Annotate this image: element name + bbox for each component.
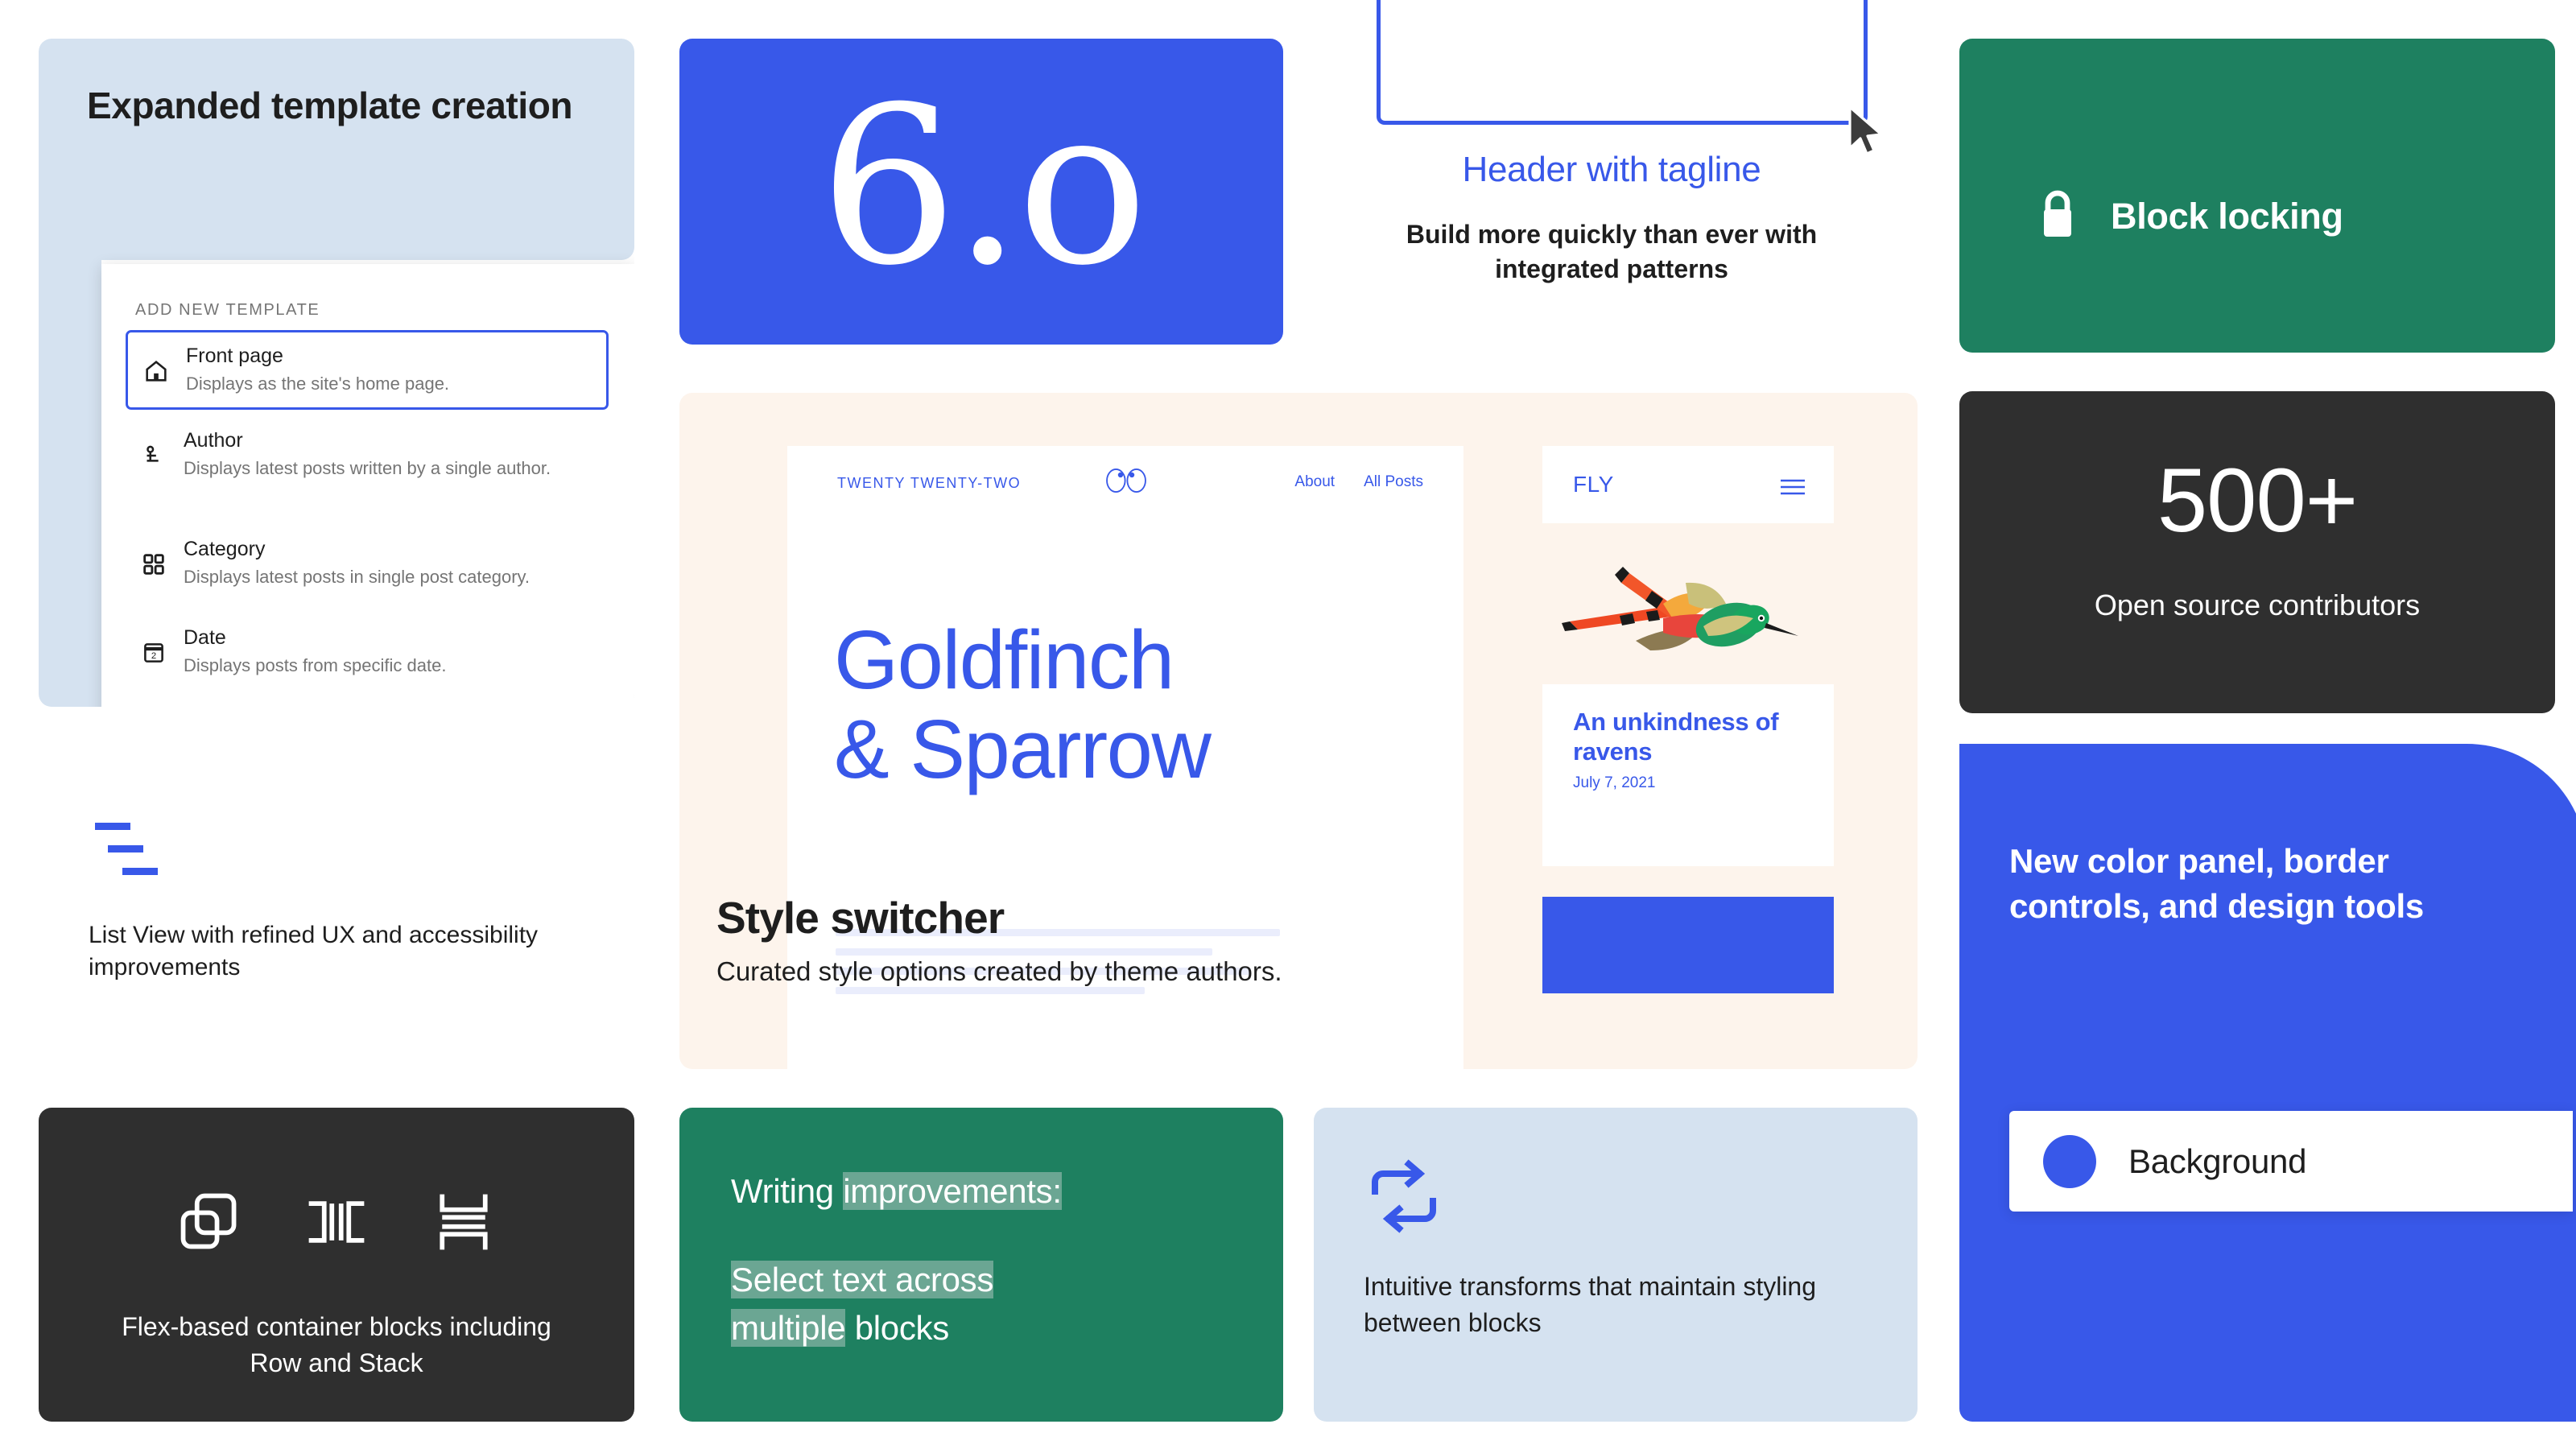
writing-improvements-card: Writing improvements: Select text across… bbox=[679, 1108, 1283, 1422]
flex-blocks-description: Flex-based container blocks including Ro… bbox=[122, 1312, 551, 1377]
feature-collage: Expanded template creation ADD NEW TEMPL… bbox=[0, 0, 2576, 1449]
nav-link-all-posts[interactable]: All Posts bbox=[1364, 473, 1423, 491]
template-option-label: Front page bbox=[186, 345, 283, 367]
style-switcher-title: Style switcher bbox=[716, 893, 1005, 943]
header-with-tagline-card: Header with tagline Build more quickly t… bbox=[1306, 0, 1918, 346]
writing-headline-plain: Writing bbox=[731, 1172, 844, 1210]
header-tagline: Build more quickly than ever with integr… bbox=[1406, 220, 1818, 284]
block-locking-card: Block locking bbox=[1959, 39, 2555, 353]
bird-eyes-logo-icon bbox=[1101, 467, 1151, 498]
contributors-stat-card: 500+ Open source contributors bbox=[1959, 391, 2555, 713]
template-option-category[interactable]: Category Displays latest posts in single… bbox=[126, 526, 609, 601]
template-option-description: Displays posts from specific date. bbox=[184, 655, 447, 676]
style-switcher-subtitle: Curated style options created by theme a… bbox=[716, 956, 1282, 986]
transforms-description: Intuitive transforms that maintain styli… bbox=[1364, 1272, 1817, 1337]
mobile-footer-block bbox=[1542, 897, 1834, 993]
stack-block-icon bbox=[430, 1188, 497, 1260]
color-panel-title: New color panel, border controls, and de… bbox=[2009, 842, 2424, 925]
template-option-description: Displays latest posts in single post cat… bbox=[184, 567, 530, 588]
hero-heading-line-2: & Sparrow bbox=[834, 703, 1212, 796]
background-color-control[interactable]: Background bbox=[2009, 1111, 2573, 1212]
row-block-icon bbox=[303, 1188, 370, 1260]
template-option-label: Author bbox=[184, 429, 243, 452]
expanded-template-creation-card: Expanded template creation ADD NEW TEMPL… bbox=[39, 39, 634, 707]
home-icon bbox=[142, 344, 186, 396]
version-number: 6.o bbox=[819, 60, 1148, 313]
svg-text:2: 2 bbox=[151, 652, 156, 662]
site-brand: TWENTY TWENTY-TWO bbox=[837, 475, 1022, 491]
site-hero-heading: Goldfinch & Sparrow bbox=[834, 613, 1430, 796]
version-number-card: 6.o bbox=[679, 39, 1283, 345]
panel-heading: ADD NEW TEMPLATE bbox=[135, 301, 320, 319]
card-background-panel bbox=[39, 39, 634, 260]
stat-number: 500+ bbox=[2157, 450, 2358, 551]
writing-headline: Writing improvements: bbox=[731, 1172, 1062, 1211]
mobile-brand: FLY bbox=[1573, 472, 1614, 497]
color-swatch-icon[interactable] bbox=[2043, 1134, 2096, 1188]
template-option-description: Displays as the site's home page. bbox=[186, 374, 450, 394]
template-option-label: Date bbox=[184, 626, 226, 649]
stat-label: Open source contributors bbox=[2094, 588, 2421, 621]
template-option-description: Displays latest posts written by a singl… bbox=[184, 458, 551, 479]
group-blocks-icon bbox=[175, 1188, 243, 1260]
hummingbird-illustration bbox=[1542, 523, 1834, 684]
post-title: An unkindness of ravens bbox=[1573, 708, 1779, 766]
writing-headline-selected: improvements: bbox=[843, 1172, 1062, 1210]
hero-heading-line-1: Goldfinch bbox=[834, 613, 1174, 706]
template-option-author[interactable]: Author Displays latest posts written by … bbox=[126, 417, 609, 492]
mobile-post-card: An unkindness of ravens July 7, 2021 bbox=[1542, 684, 1834, 866]
intuitive-transforms-card: Intuitive transforms that maintain styli… bbox=[1314, 1108, 1918, 1422]
page-title: Expanded template creation bbox=[87, 85, 573, 126]
list-view-card: List View with refined UX and accessibil… bbox=[39, 797, 634, 1022]
lock-icon bbox=[2035, 188, 2080, 245]
template-option-date[interactable]: 2 Date Displays posts from specific date… bbox=[126, 614, 609, 689]
selected-block-outline[interactable] bbox=[1377, 0, 1868, 125]
hamburger-menu-icon[interactable] bbox=[1779, 478, 1806, 500]
author-icon bbox=[140, 428, 184, 481]
mobile-site-preview: FLY An unkindness of ravens July 7, 2021 bbox=[1542, 446, 1834, 1069]
background-control-label: Background bbox=[2128, 1141, 2307, 1180]
writing-body: Select text across multiple blocks bbox=[731, 1256, 1230, 1352]
list-view-icon bbox=[95, 821, 167, 881]
category-icon bbox=[140, 537, 184, 589]
writing-body-plain: blocks bbox=[845, 1308, 950, 1347]
header-title: Header with tagline bbox=[1462, 150, 1761, 189]
flex-container-blocks-card: Flex-based container blocks including Ro… bbox=[39, 1108, 634, 1422]
template-option-label: Category bbox=[184, 538, 266, 560]
card-background-strip bbox=[39, 184, 101, 707]
add-new-template-panel: ADD NEW TEMPLATE Front page Displays as … bbox=[101, 264, 634, 707]
mobile-header: FLY bbox=[1542, 446, 1834, 523]
writing-body-selected-b: multiple bbox=[731, 1308, 846, 1347]
post-date: July 7, 2021 bbox=[1573, 774, 1656, 791]
writing-body-selected-a: Select text across bbox=[731, 1261, 994, 1298]
nav-link-about[interactable]: About bbox=[1294, 473, 1335, 491]
transform-arrows-icon bbox=[1367, 1159, 1441, 1237]
theme-preview-card: TWENTY TWENTY-TWO About All Posts Goldfi… bbox=[679, 393, 1918, 1069]
list-view-description: List View with refined UX and accessibil… bbox=[89, 922, 539, 980]
site-nav: About All Posts bbox=[1294, 473, 1423, 491]
color-panel-card: New color panel, border controls, and de… bbox=[1959, 744, 2576, 1422]
block-locking-label: Block locking bbox=[2111, 195, 2343, 237]
date-icon: 2 bbox=[140, 625, 184, 678]
template-option-front-page[interactable]: Front page Displays as the site's home p… bbox=[126, 330, 609, 410]
